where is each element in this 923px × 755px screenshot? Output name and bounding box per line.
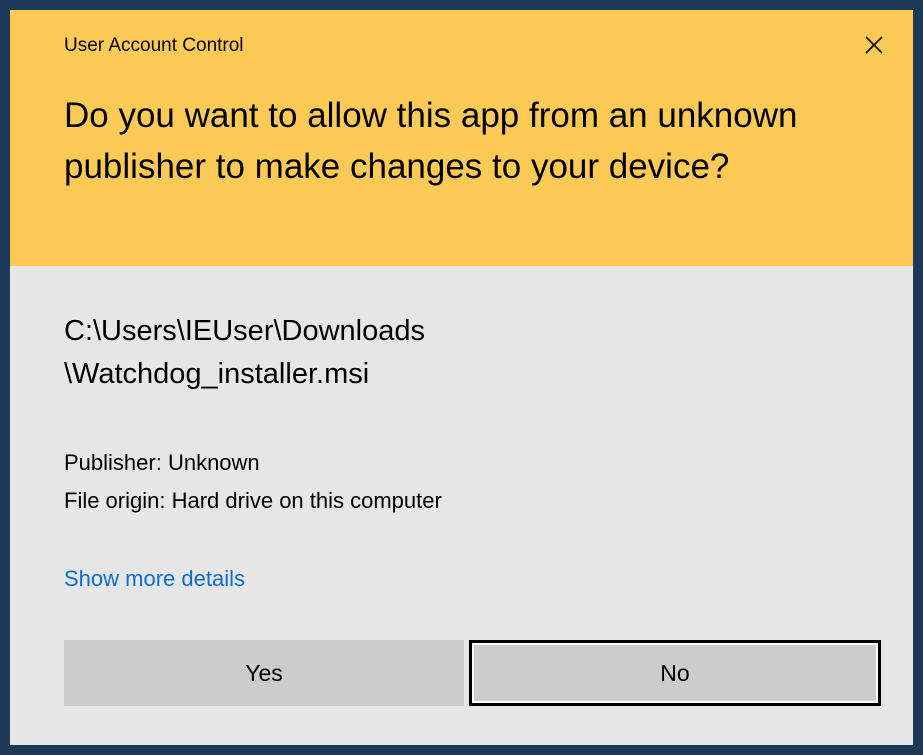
file-path: C:\Users\IEUser\Downloads \Watchdog_inst… xyxy=(64,310,884,396)
publisher-info: Publisher: Unknown xyxy=(64,450,260,475)
file-path-line-2: \Watchdog_installer.msi xyxy=(64,358,370,390)
yes-button[interactable]: Yes xyxy=(64,640,464,706)
file-path-line-1: C:\Users\IEUser\Downloads xyxy=(64,315,425,347)
close-button[interactable] xyxy=(857,28,891,62)
dialog-header: User Account Control Do you want to allo… xyxy=(10,10,913,266)
close-icon xyxy=(865,36,883,54)
no-button[interactable]: No xyxy=(469,640,881,706)
show-more-details-link[interactable]: Show more details xyxy=(64,566,245,592)
file-origin-info: File origin: Hard drive on this computer xyxy=(64,488,442,513)
dialog-caption: User Account Control xyxy=(64,35,244,56)
dialog-question: Do you want to allow this app from an un… xyxy=(64,96,798,186)
uac-dialog: User Account Control Do you want to allo… xyxy=(0,0,923,755)
